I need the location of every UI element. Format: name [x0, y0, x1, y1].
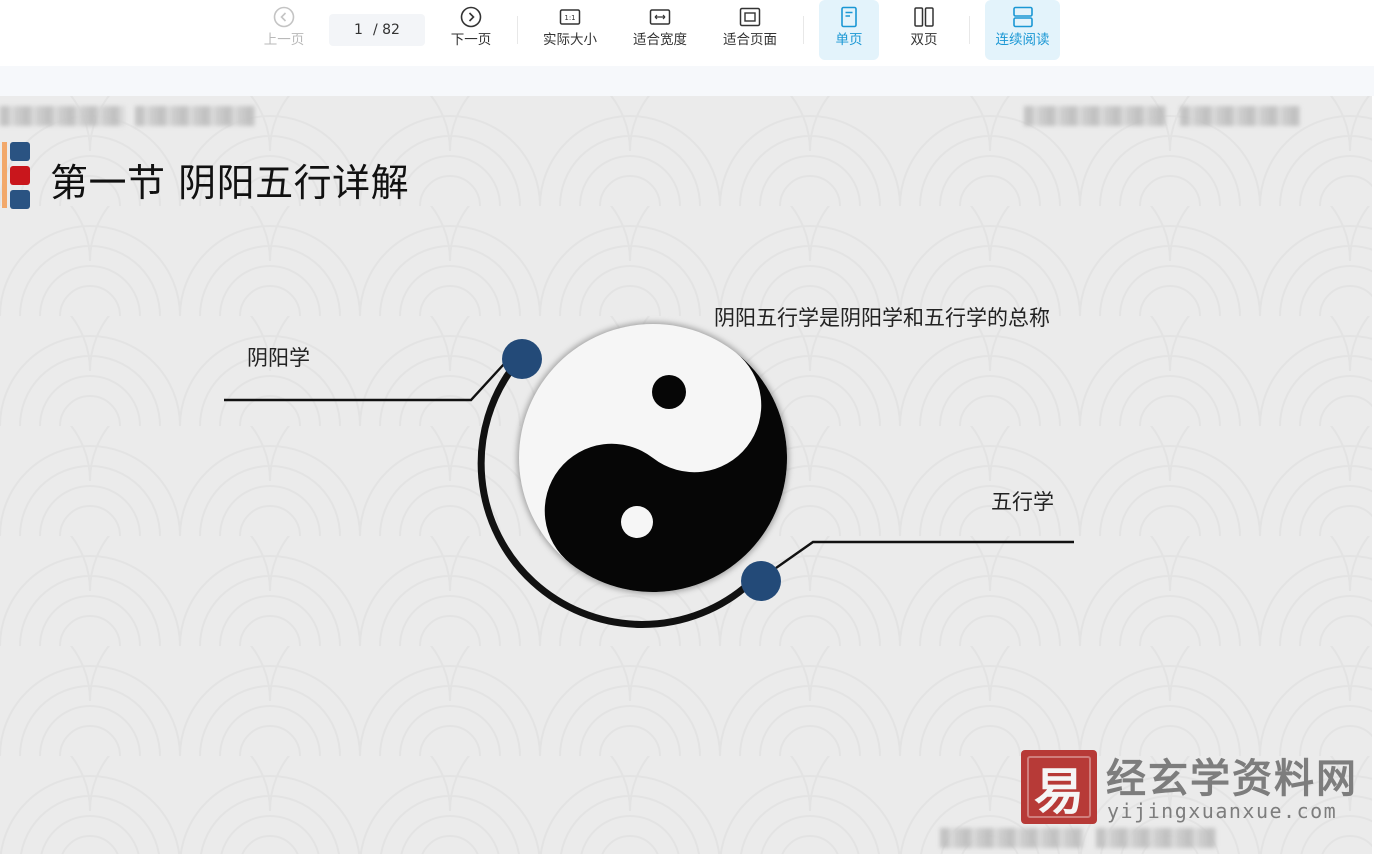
single-page-label: 单页 — [835, 32, 863, 48]
prev-page-label: 上一页 — [263, 32, 305, 48]
fit-page-button[interactable]: 适合页面 — [713, 0, 787, 60]
seal-glyph: 易 — [1034, 763, 1084, 821]
actual-size-button[interactable]: 1:1 实际大小 — [533, 0, 607, 60]
double-page-icon — [914, 7, 934, 27]
double-page-label: 双页 — [910, 32, 938, 48]
continuous-reading-icon — [1012, 6, 1033, 28]
toolbar-divider — [517, 16, 518, 44]
seal-logo: 易 — [1021, 750, 1097, 824]
right-node-dot — [741, 561, 781, 601]
page-current-input[interactable]: 1 — [354, 22, 363, 38]
fit-width-icon — [649, 9, 671, 25]
yin-dot — [621, 506, 653, 538]
watermark-site-name: 经玄学资料网 — [1106, 756, 1358, 802]
reader-toolbar: 上一页 1 / 82 下一页 1:1 实际大小 适合宽度 适合页面 单页 双页 … — [0, 0, 1374, 66]
chevron-right-circle-icon — [460, 6, 482, 28]
page-indicator[interactable]: 1 / 82 — [329, 14, 425, 46]
document-page[interactable]: 第一节 阴阳五行详解 阴阳五行学是阴阳学和五行学的总称 阴阳学 五行学 易 经玄… — [0, 96, 1372, 854]
actual-size-label: 实际大小 — [543, 32, 597, 48]
fit-page-label: 适合页面 — [723, 32, 777, 48]
continuous-reading-label: 连续阅读 — [995, 32, 1050, 48]
single-page-button[interactable]: 单页 — [819, 0, 879, 60]
single-page-icon — [841, 6, 857, 28]
yang-dot — [652, 375, 686, 409]
left-node-dot — [502, 339, 542, 379]
right-connector-line — [775, 540, 1074, 569]
next-page-button[interactable]: 下一页 — [441, 0, 501, 60]
yin-yang-diagram — [224, 322, 1074, 628]
double-page-button[interactable]: 双页 — [894, 0, 954, 60]
yinyang-label: 阴阳学 — [247, 346, 310, 370]
next-page-label: 下一页 — [450, 32, 492, 48]
actual-size-icon: 1:1 — [559, 9, 581, 25]
toolbar-divider — [969, 16, 970, 44]
fit-width-label: 适合宽度 — [633, 32, 687, 48]
toolbar-shadow-band — [0, 66, 1374, 96]
fit-page-icon — [739, 7, 761, 27]
fit-width-button[interactable]: 适合宽度 — [623, 0, 697, 60]
summary-text: 阴阳五行学是阴阳学和五行学的总称 — [714, 306, 1050, 330]
yin-yang-symbol — [519, 324, 787, 592]
svg-text:1:1: 1:1 — [564, 14, 575, 22]
wuxing-label: 五行学 — [991, 490, 1054, 514]
prev-page-button[interactable]: 上一页 — [254, 0, 314, 60]
continuous-reading-button[interactable]: 连续阅读 — [985, 0, 1060, 60]
page-total: / 82 — [372, 22, 400, 38]
toolbar-divider — [803, 16, 804, 44]
chevron-left-circle-icon — [273, 6, 295, 28]
watermark-url: yijingxuanxue.com — [1107, 799, 1338, 823]
